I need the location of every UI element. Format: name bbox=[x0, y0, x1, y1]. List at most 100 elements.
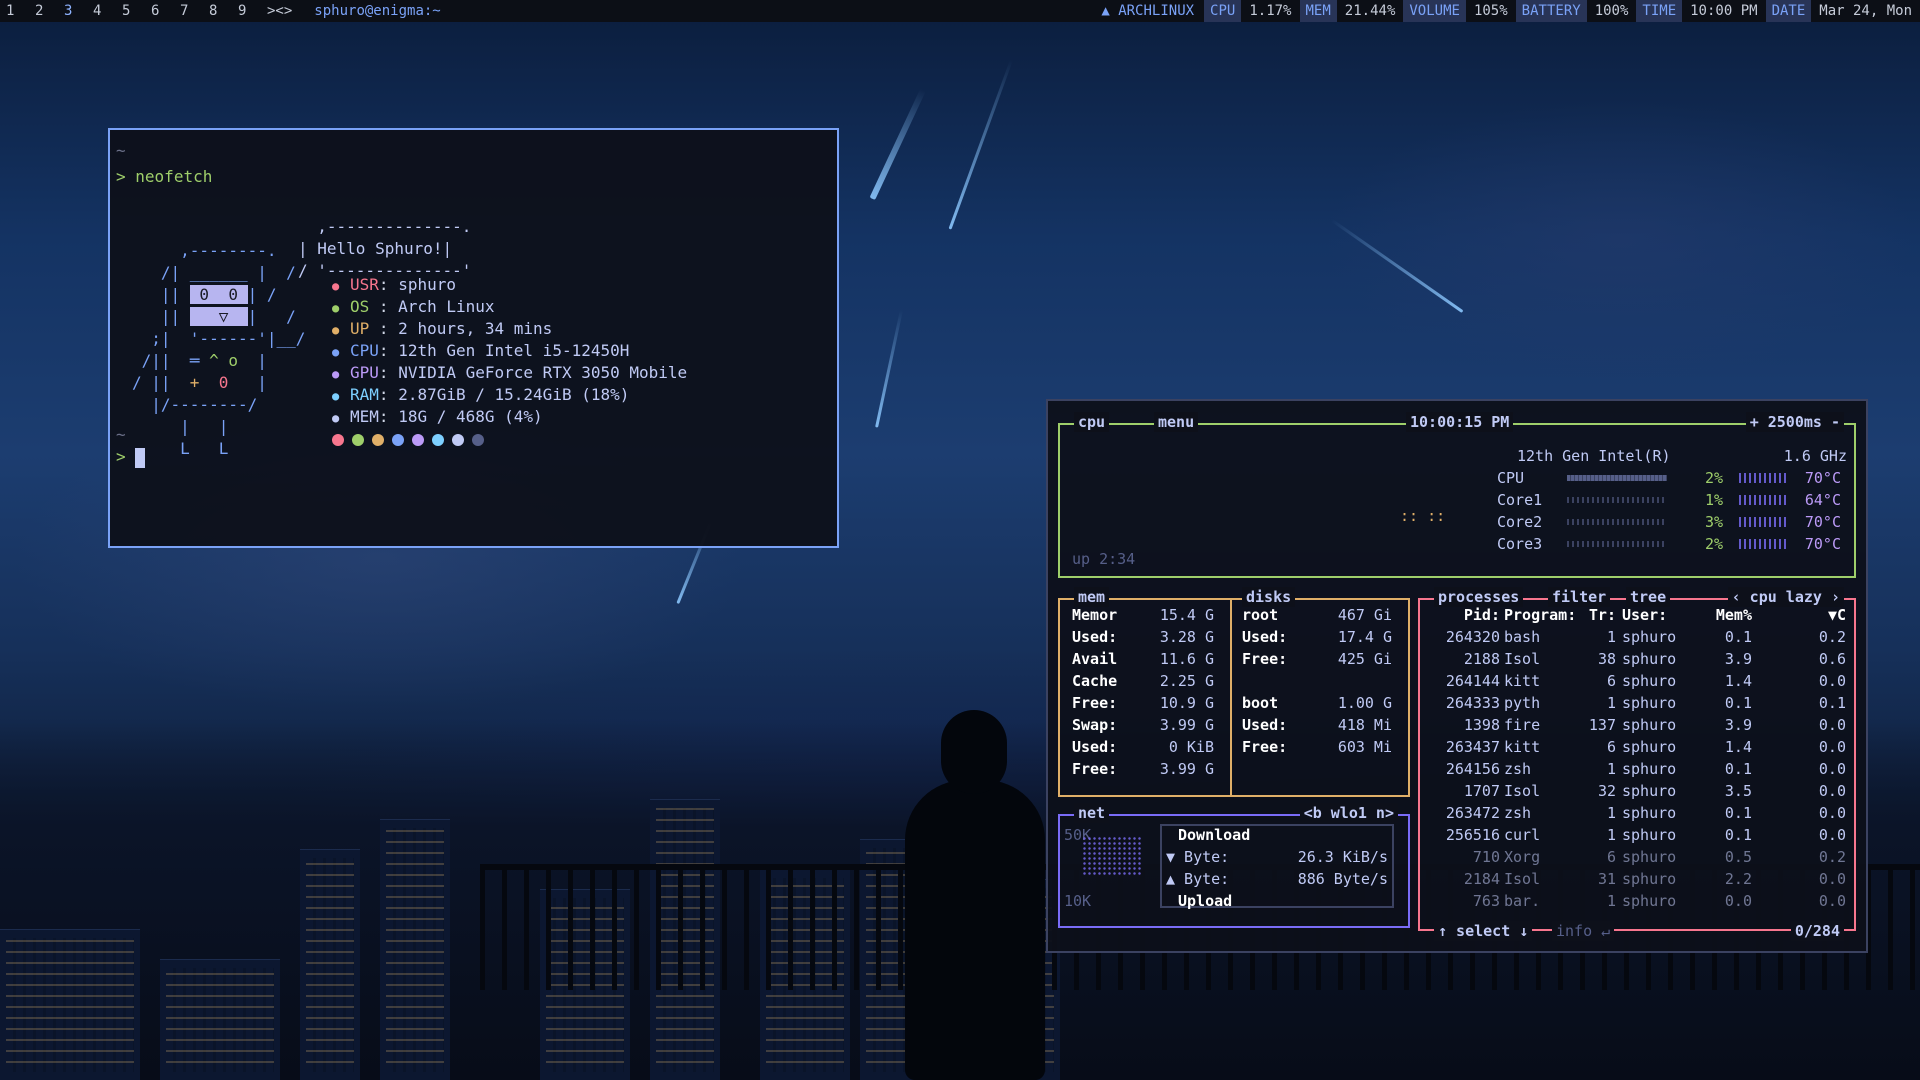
workspace-7[interactable]: 7 bbox=[174, 3, 203, 19]
palette-swatch bbox=[472, 433, 484, 446]
info-key: GPU bbox=[350, 363, 379, 382]
stat-row: Used: 3.28 G bbox=[1072, 626, 1222, 648]
text-cursor[interactable] bbox=[135, 447, 146, 468]
process-tr: 137 bbox=[1588, 716, 1616, 734]
stat-row: boot 1.00 G bbox=[1242, 692, 1400, 714]
process-row[interactable]: 264320 bash 1 sphuro 0.1 0.2 bbox=[1430, 626, 1850, 648]
tab-net[interactable]: net bbox=[1074, 803, 1110, 823]
cpu-row: Core1 1% 64°C bbox=[1497, 489, 1847, 511]
select-control[interactable]: ↑ select ↓ bbox=[1434, 921, 1533, 941]
process-row[interactable]: 264333 pyth 1 sphuro 0.1 0.1 bbox=[1430, 692, 1850, 714]
process-tr: 6 bbox=[1606, 672, 1616, 690]
workspace-2[interactable]: 2 bbox=[29, 3, 58, 19]
info-sep: : bbox=[378, 363, 389, 382]
workspace-list: 123456789 bbox=[0, 3, 261, 19]
net-scale-bottom: 10K bbox=[1064, 892, 1092, 910]
process-pid: 763 bbox=[1472, 892, 1500, 910]
tab-cpu[interactable]: cpu bbox=[1074, 412, 1110, 432]
core-percent: 1% bbox=[1704, 491, 1723, 509]
stat-key: Free: bbox=[1072, 694, 1118, 712]
column-header-cpu[interactable]: ▼C bbox=[1760, 604, 1846, 626]
info-value: 12th Gen Intel i5-12450H bbox=[398, 341, 630, 360]
process-row[interactable]: 2184 Isol 31 sphuro 2.2 0.0 bbox=[1430, 868, 1850, 890]
process-row[interactable]: 263437 kitt 6 sphuro 1.4 0.0 bbox=[1430, 736, 1850, 758]
process-mem: 0.0 bbox=[1724, 892, 1752, 910]
mem-panel: mem disks Memor 15.4 G Used: 3.28 G Avail 11.… bbox=[1058, 587, 1410, 797]
stat-value: 3.99 G bbox=[1159, 716, 1214, 734]
process-mem: 1.4 bbox=[1724, 672, 1752, 690]
workspace-3[interactable]: 3 bbox=[58, 3, 87, 19]
process-mem: 0.1 bbox=[1724, 694, 1752, 712]
process-row[interactable]: 1398 fire 137 sphuro 3.9 0.0 bbox=[1430, 714, 1850, 736]
column-header-prog[interactable]: Program: bbox=[1504, 604, 1576, 626]
stat-value: 3.99 G bbox=[1159, 760, 1214, 778]
process-row[interactable]: 264156 zsh 1 sphuro 0.1 0.0 bbox=[1430, 758, 1850, 780]
process-table: Pid: Program: Tr: User: Mem% ▼C 264320 bash 1 sph… bbox=[1430, 604, 1850, 912]
process-row[interactable]: 1707 Isol 32 sphuro 3.5 0.0 bbox=[1430, 780, 1850, 802]
process-mem: 2.2 bbox=[1724, 870, 1752, 888]
info-value: sphuro bbox=[398, 275, 456, 294]
process-cpu: 0.1 bbox=[1818, 694, 1846, 712]
process-row[interactable]: 264144 kitt 6 sphuro 1.4 0.0 bbox=[1430, 670, 1850, 692]
upload-label: Upload bbox=[1178, 892, 1233, 910]
down-key: ▼ Byte: bbox=[1166, 848, 1230, 866]
process-tr: 1 bbox=[1606, 804, 1616, 822]
update-interval[interactable]: + 2500ms - bbox=[1745, 412, 1844, 432]
core-temp: 70°C bbox=[1804, 469, 1841, 487]
process-prog: Isol bbox=[1504, 650, 1541, 668]
process-row[interactable]: 763 bar. 1 sphuro 0.0 0.0 bbox=[1430, 890, 1850, 912]
process-mem: 0.1 bbox=[1724, 804, 1752, 822]
stat-key: Memor bbox=[1072, 606, 1118, 624]
layout-indicator[interactable]: ><> bbox=[267, 3, 292, 19]
workspace-6[interactable]: 6 bbox=[145, 3, 174, 19]
disk-stats: root 467 Gi Used: 17.4 G Free: 425 Gi boot 1.00… bbox=[1242, 604, 1400, 758]
net-interface[interactable]: <b wlo1 n> bbox=[1299, 803, 1398, 823]
workspace-4[interactable]: 4 bbox=[87, 3, 116, 19]
mem-value: 21.44% bbox=[1344, 3, 1396, 19]
tab-menu[interactable]: menu bbox=[1154, 412, 1199, 432]
process-prog: kitt bbox=[1504, 672, 1541, 690]
stat-row: Used: 17.4 G bbox=[1242, 626, 1400, 648]
column-header-user[interactable]: User: bbox=[1622, 604, 1692, 626]
core-usage-bar bbox=[1567, 475, 1667, 481]
workspace-9[interactable]: 9 bbox=[232, 3, 261, 19]
process-prog: fire bbox=[1504, 716, 1541, 734]
process-prog: curl bbox=[1504, 826, 1541, 844]
column-header-mem[interactable]: Mem% bbox=[1700, 604, 1752, 626]
net-panel: net <b wlo1 n> 50K 10K Download ▼ Byte: … bbox=[1058, 803, 1410, 928]
palette-swatch bbox=[332, 433, 344, 446]
stat-row: Used: 418 Mi bbox=[1242, 714, 1400, 736]
stat-key: Avail bbox=[1072, 650, 1118, 668]
info-row-usr: ● USR: sphuro bbox=[332, 274, 687, 296]
temp-graph bbox=[1739, 495, 1789, 505]
mem-label: MEM bbox=[1299, 0, 1337, 22]
process-cpu: 0.0 bbox=[1818, 738, 1846, 756]
workspace-8[interactable]: 8 bbox=[203, 3, 232, 19]
workspace-5[interactable]: 5 bbox=[116, 3, 145, 19]
process-mem: 0.1 bbox=[1724, 628, 1752, 646]
column-header-pid[interactable]: Pid: bbox=[1430, 604, 1500, 626]
info-button[interactable]: info ↵ bbox=[1552, 921, 1615, 941]
stat-key: boot bbox=[1242, 694, 1279, 712]
meteor-streak bbox=[1330, 218, 1464, 314]
process-mem: 0.5 bbox=[1724, 848, 1752, 866]
process-row[interactable]: 256516 curl 1 sphuro 0.1 0.0 bbox=[1430, 824, 1850, 846]
terminal-window[interactable]: ~ > neofetch ,--------------. | Hello Sp… bbox=[108, 128, 839, 548]
column-header-tr[interactable]: Tr: bbox=[1576, 604, 1616, 626]
process-row[interactable]: 2188 Isol 38 sphuro 3.9 0.6 bbox=[1430, 648, 1850, 670]
volume-label[interactable]: VOLUME bbox=[1403, 0, 1466, 22]
btop-window[interactable]: cpu menu 10:00:15 PM + 2500ms - :: :: 12… bbox=[1046, 399, 1868, 953]
net-graph bbox=[1082, 836, 1142, 876]
prompt-dir: ~ bbox=[116, 141, 126, 160]
process-row[interactable]: 263472 zsh 1 sphuro 0.1 0.0 bbox=[1430, 802, 1850, 824]
arch-logo-label: ▲ ARCHLINUX bbox=[1101, 3, 1195, 19]
volume-value[interactable]: 105% bbox=[1466, 3, 1516, 19]
workspace-1[interactable]: 1 bbox=[0, 3, 29, 19]
process-user: sphuro bbox=[1622, 672, 1677, 690]
download-label: Download bbox=[1178, 826, 1251, 844]
process-tr: 1 bbox=[1606, 826, 1616, 844]
process-row[interactable]: 710 Xorg 6 sphuro 0.5 0.2 bbox=[1430, 846, 1850, 868]
process-cpu: 0.0 bbox=[1818, 716, 1846, 734]
stat-row: Used: 0 KiB bbox=[1072, 736, 1222, 758]
date-value: Mar 24, Mon bbox=[1819, 3, 1912, 19]
